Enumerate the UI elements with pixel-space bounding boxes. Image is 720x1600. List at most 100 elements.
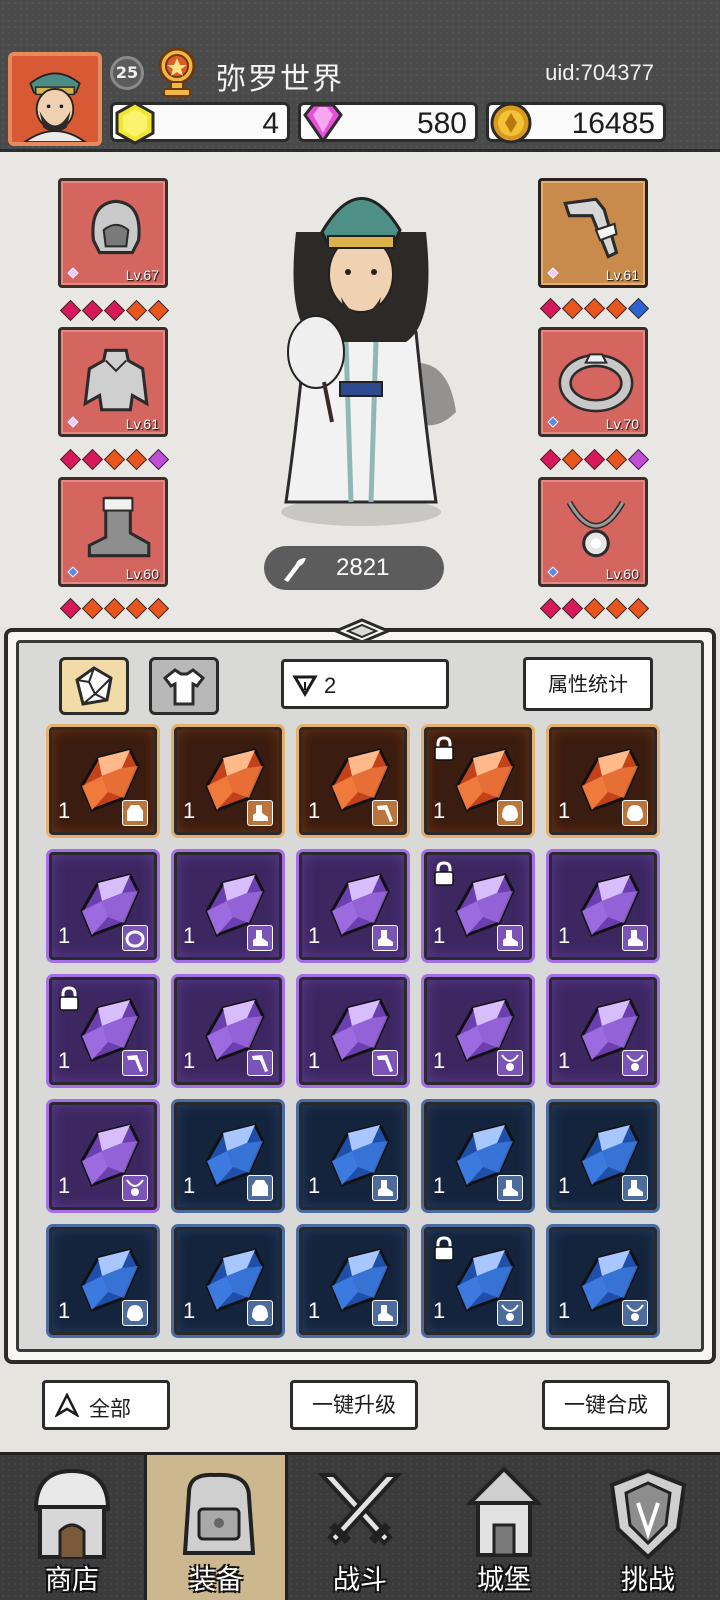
inventory-gem-item[interactable]: 1 — [49, 727, 157, 835]
helmet-slot-icon — [622, 800, 648, 826]
quality-star-diamond — [59, 448, 82, 471]
inventory-gem-item[interactable]: 1 — [174, 1102, 282, 1210]
nav-shop[interactable]: 商店 — [0, 1455, 144, 1600]
inventory-gem-item[interactable]: 1 — [174, 852, 282, 960]
inventory-gem-item[interactable]: 1 — [549, 1227, 657, 1335]
quality-star-diamond — [147, 448, 170, 471]
inventory-gem-item[interactable]: 1 — [424, 852, 532, 960]
inventory-gem-item[interactable]: 1 — [424, 727, 532, 835]
grade-sort-select[interactable]: 2 — [281, 659, 449, 709]
equip-slot-boots[interactable]: Lv.60 — [58, 477, 168, 587]
boots-slot-icon — [622, 925, 648, 951]
tab-gems[interactable] — [59, 657, 129, 715]
quality-star-diamond — [59, 299, 82, 322]
inventory-gem-item[interactable]: 1 — [49, 1102, 157, 1210]
inventory-gem-item[interactable]: 1 — [549, 977, 657, 1085]
inventory-gem-item[interactable]: 1 — [549, 1102, 657, 1210]
boots-slot-icon — [247, 800, 273, 826]
quality-star-diamond — [561, 297, 584, 320]
item-count: 1 — [58, 798, 71, 823]
player-name: 弥罗世界 — [216, 62, 344, 97]
player-avatar[interactable] — [8, 52, 102, 146]
lock-icon — [434, 1236, 454, 1261]
gold-coin-icon — [490, 102, 532, 144]
triangle-filter-icon — [55, 1393, 79, 1417]
quality-star-diamond — [147, 299, 170, 322]
item-count: 1 — [58, 923, 71, 948]
combat-power-display: 2821 — [264, 546, 444, 590]
equip-slot-weapon[interactable]: Lv.61 — [538, 178, 648, 288]
nav-challenge[interactable]: 挑战 — [576, 1455, 720, 1600]
diamond-currency[interactable]: 580 — [298, 102, 478, 144]
quality-star-diamond — [605, 448, 628, 471]
equip-slot-cape[interactable]: Lv.61 — [58, 327, 168, 437]
inventory-gem-item[interactable]: 1 — [299, 727, 407, 835]
inventory-gem-item[interactable]: 1 — [299, 1102, 407, 1210]
inventory-gem-item[interactable]: 1 — [49, 1227, 157, 1335]
crossed-swords-icon — [317, 1473, 403, 1546]
boot-icon — [87, 496, 151, 558]
one-key-upgrade-button[interactable]: 一键升级 — [290, 1380, 418, 1430]
equip-slot-helmet[interactable]: Lv.67 — [58, 178, 168, 288]
quality-star-diamond — [583, 597, 606, 620]
inventory-gem-item[interactable]: 1 — [549, 727, 657, 835]
inventory-gem-item[interactable]: 1 — [174, 977, 282, 1085]
inventory-gem-item[interactable]: 1 — [549, 852, 657, 960]
necklace-slot-icon — [122, 1175, 148, 1201]
nav-battle[interactable]: 战斗 — [288, 1455, 432, 1600]
inventory-gem-item[interactable]: 1 — [424, 977, 532, 1085]
necklace-star-row — [539, 597, 662, 620]
item-count: 1 — [308, 798, 321, 823]
necklace-icon — [566, 500, 626, 558]
backpack-icon — [182, 1472, 256, 1555]
boots-slot-icon — [372, 925, 398, 951]
inventory-gem-item[interactable]: 1 — [174, 727, 282, 835]
equip-slot-necklace[interactable]: Lv.60 — [538, 477, 648, 587]
quality-star-diamond — [103, 448, 126, 471]
coin-currency[interactable]: 16485 — [486, 102, 666, 144]
item-count: 1 — [558, 1048, 571, 1073]
boots-slot-icon — [622, 1175, 648, 1201]
tab-equipment[interactable] — [149, 657, 219, 715]
item-count: 1 — [308, 923, 321, 948]
cape-slot-icon — [122, 800, 148, 826]
shield-crest-icon — [609, 1468, 687, 1560]
necklace-slot-icon — [622, 1300, 648, 1326]
attribute-stats-button[interactable]: 属性统计 — [523, 657, 653, 711]
inventory-gem-item[interactable]: 1 — [49, 977, 157, 1085]
inventory-panel: 2 属性统计 1 1 1 1 1 1 1 1 1 1 1 1 1 1 1 1 1 1 1 1 1 1 1 1 1 — [4, 618, 716, 1364]
coin-amount: 16485 — [571, 107, 655, 140]
inventory-gem-item[interactable]: 1 — [174, 1227, 282, 1335]
top-bar: 25 弥罗世界 uid:704377 4 580 16485 — [0, 0, 720, 152]
gem-currency[interactable]: 4 — [110, 101, 290, 145]
equip-slot-ring[interactable]: Lv.70 — [538, 327, 648, 437]
nav-castle[interactable]: 城堡 — [432, 1455, 576, 1600]
inventory-gem-item[interactable]: 1 — [424, 1227, 532, 1335]
trophy-icon[interactable] — [152, 46, 202, 98]
inventory-gem-item[interactable]: 1 — [49, 852, 157, 960]
hero-character-portrait[interactable] — [236, 172, 486, 532]
item-count: 1 — [558, 1173, 571, 1198]
grade-sort-value: 2 — [324, 673, 337, 698]
quality-star-diamond — [627, 597, 650, 620]
quality-star-diamond — [539, 597, 562, 620]
nav-equipment[interactable]: 装备 — [144, 1455, 288, 1600]
inventory-gem-item[interactable]: 1 — [424, 1102, 532, 1210]
inventory-gem-item[interactable]: 1 — [299, 1227, 407, 1335]
quality-star-diamond — [539, 448, 562, 471]
quality-star-diamond — [81, 299, 104, 322]
quality-star-diamond — [125, 299, 148, 322]
boots-slot-icon — [497, 1175, 523, 1201]
equip-level: Lv.61 — [605, 267, 639, 283]
helmet-star-row — [59, 299, 182, 322]
combat-power-value: 2821 — [336, 554, 390, 581]
gem-outline-icon — [75, 666, 113, 706]
inventory-gem-item[interactable]: 1 — [299, 852, 407, 960]
lock-icon — [59, 986, 79, 1011]
item-count: 1 — [308, 1173, 321, 1198]
filter-all-button[interactable]: 全部 — [42, 1380, 170, 1430]
one-key-merge-button[interactable]: 一键合成 — [542, 1380, 670, 1430]
item-count: 1 — [433, 1048, 446, 1073]
inventory-gem-item[interactable]: 1 — [299, 977, 407, 1085]
ring-icon — [558, 353, 634, 413]
